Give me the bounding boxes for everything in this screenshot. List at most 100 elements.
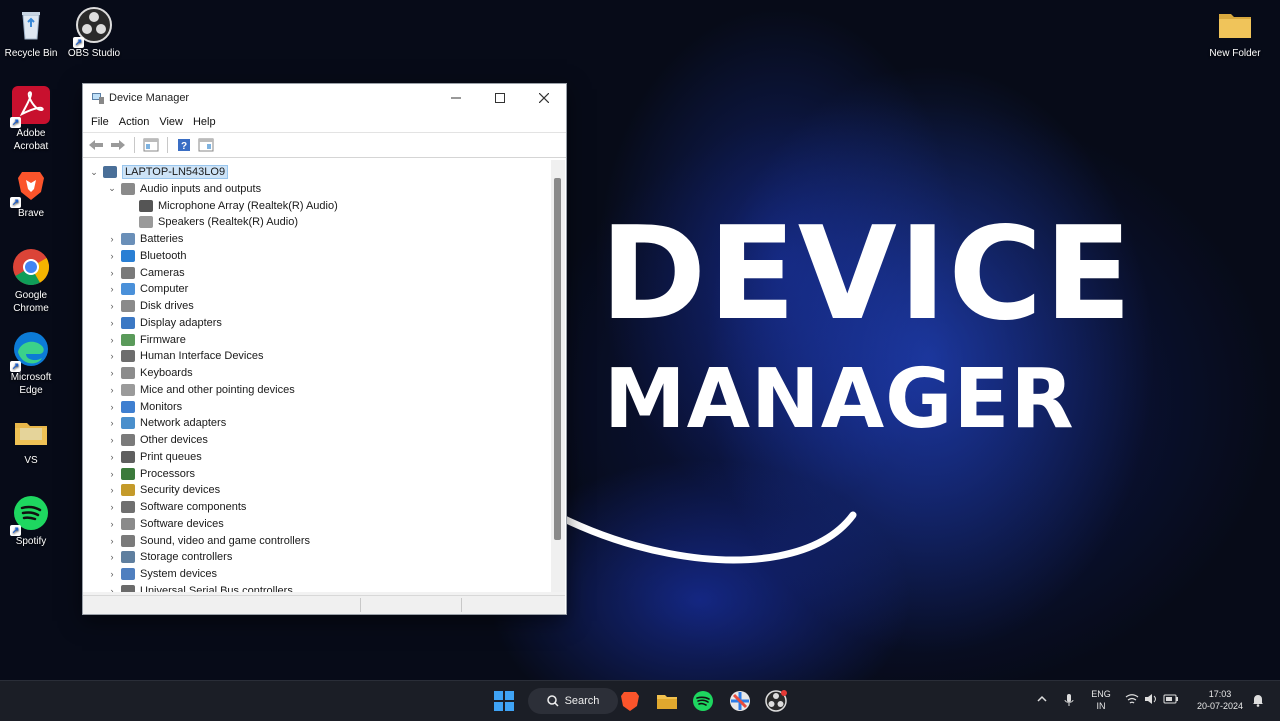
device-manager-window[interactable]: Device Manager File Action View Help ? ⌄…	[82, 83, 567, 615]
expand-chevron-icon[interactable]: ›	[107, 536, 117, 546]
back-button[interactable]	[87, 137, 105, 153]
expand-chevron-icon[interactable]: ›	[107, 385, 117, 395]
device-category-icon	[121, 333, 135, 346]
expand-chevron-icon[interactable]: ›	[107, 284, 117, 294]
device-category-icon	[103, 166, 117, 178]
properties-button[interactable]	[197, 137, 215, 153]
expand-chevron-icon[interactable]: ›	[107, 418, 117, 428]
search-icon	[546, 695, 559, 707]
headline-line-2: MANAGER	[604, 352, 1075, 447]
tree-item[interactable]: › Batteries	[107, 231, 183, 247]
tree-item[interactable]: › Mice and other pointing devices	[107, 382, 295, 398]
tree-item[interactable]: › Disk drives	[107, 298, 194, 314]
tree-item[interactable]: › Firmware	[107, 332, 186, 348]
notification-bell-icon	[1253, 695, 1263, 707]
tree-item[interactable]: › System devices	[107, 566, 217, 582]
back-arrow-icon	[89, 140, 103, 150]
tree-item[interactable]: ⌄ Audio inputs and outputs	[107, 181, 261, 197]
expand-chevron-icon[interactable]: ›	[107, 251, 117, 261]
clock[interactable]: 17:03 20-07-2024	[1190, 688, 1250, 712]
tree-item[interactable]: › Sound, video and game controllers	[107, 533, 310, 549]
taskbar-spotify[interactable]	[691, 689, 715, 713]
menu-file[interactable]: File	[86, 116, 114, 128]
expand-chevron-icon[interactable]: ›	[107, 234, 117, 244]
tree-item-label: Microphone Array (Realtek(R) Audio)	[158, 199, 338, 212]
taskbar-file-explorer[interactable]	[655, 689, 679, 713]
start-button[interactable]	[492, 689, 516, 713]
tree-item[interactable]: › Software components	[107, 499, 246, 515]
battery-tray-button[interactable]	[1163, 693, 1179, 708]
search-label: Search	[564, 695, 600, 707]
notifications-button[interactable]	[1251, 693, 1265, 710]
tree-item[interactable]: › Universal Serial Bus controllers	[107, 583, 293, 592]
wifi-tray-button[interactable]	[1124, 693, 1140, 708]
taskbar-obs[interactable]	[764, 689, 788, 713]
tree-item[interactable]: ⌄ LAPTOP-LN543LO9	[89, 164, 229, 180]
forward-button[interactable]	[109, 137, 127, 153]
volume-tray-button[interactable]	[1143, 693, 1159, 708]
device-tree[interactable]: ⌄ LAPTOP-LN543LO9 ⌄ Audio inputs and output…	[83, 160, 551, 592]
tree-item[interactable]: › Network adapters	[107, 415, 226, 431]
tree-item[interactable]: › Human Interface Devices	[107, 348, 264, 364]
expand-chevron-icon[interactable]: ›	[107, 552, 117, 562]
show-hide-console-tree-button[interactable]	[142, 137, 160, 153]
menu-help[interactable]: Help	[188, 116, 221, 128]
menu-view[interactable]: View	[154, 116, 188, 128]
clock-time: 17:03	[1208, 689, 1232, 699]
taskbar-app[interactable]	[728, 689, 752, 713]
scrollbar-thumb[interactable]	[554, 178, 561, 540]
menu-action[interactable]: Action	[114, 116, 155, 128]
expand-chevron-icon[interactable]: ›	[107, 435, 117, 445]
device-category-icon	[121, 266, 135, 279]
maximize-icon	[495, 93, 505, 103]
expand-chevron-icon[interactable]: ›	[107, 335, 117, 345]
expand-chevron-icon[interactable]: ›	[107, 569, 117, 579]
tree-item[interactable]: › Security devices	[107, 482, 220, 498]
tree-item[interactable]: › Bluetooth	[107, 248, 186, 264]
taskbar-search[interactable]: Search	[528, 688, 618, 714]
vertical-scrollbar[interactable]	[551, 160, 565, 592]
tree-item-label: Processors	[140, 467, 196, 480]
tree-item[interactable]: › Keyboards	[107, 365, 193, 381]
title-bar[interactable]: Device Manager	[83, 84, 566, 112]
expand-chevron-icon[interactable]: ›	[107, 485, 117, 495]
collapse-chevron-icon[interactable]: ⌄	[107, 183, 117, 194]
expand-chevron-icon[interactable]: ›	[107, 268, 117, 278]
expand-chevron-icon[interactable]: ›	[107, 301, 117, 311]
tree-item[interactable]: › Software devices	[107, 516, 224, 532]
tree-item[interactable]: › Monitors	[107, 399, 182, 415]
collapse-chevron-icon[interactable]: ⌄	[89, 167, 99, 178]
expand-chevron-icon[interactable]: ›	[107, 368, 117, 378]
expand-chevron-icon[interactable]: ›	[107, 519, 117, 529]
device-category-icon	[121, 434, 135, 446]
tree-item[interactable]: › Display adapters	[107, 315, 222, 331]
tree-item[interactable]: › Cameras	[107, 265, 185, 281]
show-hidden-icons-button[interactable]	[1035, 693, 1049, 707]
tree-item[interactable]: › Computer	[107, 281, 188, 297]
expand-chevron-icon[interactable]: ›	[107, 402, 117, 412]
expand-chevron-icon[interactable]: ›	[107, 351, 117, 361]
help-button[interactable]: ?	[175, 137, 193, 153]
expand-chevron-icon[interactable]: ›	[107, 452, 117, 462]
microphone-icon	[1064, 694, 1074, 706]
tree-item-label: Disk drives	[140, 300, 194, 312]
tree-item-label: System devices	[140, 568, 218, 580]
tree-item[interactable]: › Processors	[107, 466, 195, 482]
microphone-tray-button[interactable]	[1062, 693, 1076, 710]
tree-item[interactable]: › Storage controllers	[107, 549, 232, 565]
taskbar-brave[interactable]	[618, 689, 642, 713]
tree-item[interactable]: Microphone Array (Realtek(R) Audio)	[125, 198, 338, 214]
minimize-button[interactable]	[434, 84, 478, 112]
expand-chevron-icon[interactable]: ›	[107, 318, 117, 328]
tree-item-label: Speakers (Realtek(R) Audio)	[158, 216, 299, 229]
tree-item[interactable]: › Print queues	[107, 449, 202, 465]
maximize-button[interactable]	[478, 84, 522, 112]
tree-item[interactable]: › Other devices	[107, 432, 208, 448]
expand-chevron-icon[interactable]: ›	[107, 469, 117, 479]
language-code: ENG	[1091, 689, 1111, 699]
close-button[interactable]	[522, 84, 566, 112]
tree-item[interactable]: Speakers (Realtek(R) Audio)	[125, 214, 298, 230]
language-indicator[interactable]: ENG IN	[1088, 688, 1114, 712]
tree-item-label: Network adapters	[140, 417, 227, 430]
expand-chevron-icon[interactable]: ›	[107, 502, 117, 512]
